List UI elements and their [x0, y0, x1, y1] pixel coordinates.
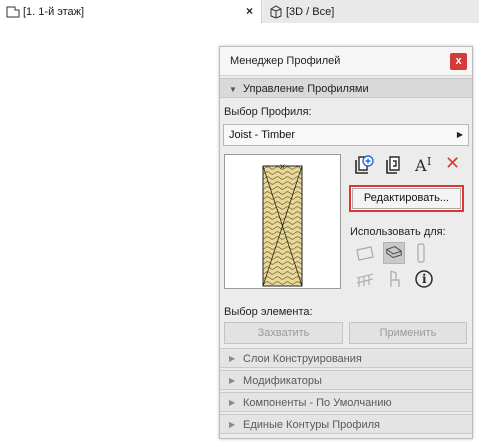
palette-close-button[interactable]: x	[450, 53, 467, 70]
chair-icon	[390, 270, 400, 287]
close-tab-button[interactable]: ×	[246, 4, 253, 18]
svg-text:×: ×	[279, 162, 286, 171]
collapse-arrow-icon: ▶	[229, 398, 236, 407]
edit-profile-button[interactable]: Редактировать...	[352, 188, 461, 209]
use-for-railing-toggle[interactable]	[354, 268, 376, 290]
section-default-components[interactable]: ▶ Компоненты - По Умолчанию	[220, 392, 472, 412]
palette-title-bar[interactable]: Менеджер Профилей x	[220, 47, 472, 76]
section-manage-profiles[interactable]: ▼ Управление Профилями	[220, 78, 472, 98]
element-select-label: Выбор элемента:	[224, 306, 313, 318]
delete-glyph: ✕	[445, 153, 461, 174]
tab-3d-view[interactable]: [3D / Все]	[263, 0, 479, 23]
beam-icon	[386, 246, 402, 259]
expand-arrow-icon: ▼	[229, 85, 237, 94]
info-button[interactable]: i	[413, 268, 435, 290]
tab-floor-plan[interactable]: [1. 1-й этаж] ×	[0, 0, 262, 23]
dropdown-arrow-icon: ▶	[456, 130, 463, 139]
use-for-beam-toggle[interactable]	[383, 242, 405, 264]
section-modifiers-label: Модификаторы	[243, 375, 322, 387]
use-for-label: Использовать для:	[350, 226, 446, 238]
profile-dropdown[interactable]: Joist - Timber ▶	[223, 124, 469, 146]
section-construction-layers-label: Слои Конструирования	[243, 353, 362, 365]
section-manage-label: Управление Профилями	[243, 83, 369, 95]
floor-plan-icon	[6, 6, 20, 17]
section-modifiers[interactable]: ▶ Модификаторы	[220, 370, 472, 390]
apply-button[interactable]: Применить	[349, 322, 467, 344]
duplicate-profile-icon[interactable]	[383, 154, 405, 176]
view-tab-bar: [1. 1-й этаж] × [3D / Все]	[0, 0, 479, 23]
profile-preview: ×	[224, 154, 341, 289]
edit-profile-highlight: Редактировать...	[349, 185, 464, 212]
collapse-arrow-icon: ▶	[229, 376, 236, 385]
section-default-components-label: Компоненты - По Умолчанию	[243, 397, 392, 409]
rename-profile-icon[interactable]: A I	[413, 155, 435, 177]
section-unified-contours-label: Единые Контуры Профиля	[243, 419, 380, 431]
wall-icon	[356, 246, 374, 261]
new-profile-icon[interactable]	[353, 154, 375, 176]
section-unified-contours[interactable]: ▶ Единые Контуры Профиля	[220, 414, 472, 434]
rename-glyph: A	[415, 156, 427, 175]
use-for-object-toggle[interactable]	[383, 268, 405, 290]
palette-title: Менеджер Профилей	[230, 55, 341, 67]
info-glyph: i	[422, 272, 427, 286]
use-for-column-toggle[interactable]	[410, 242, 432, 264]
railing-icon	[356, 273, 374, 287]
collapse-arrow-icon: ▶	[229, 354, 236, 363]
section-construction-layers[interactable]: ▶ Слои Конструирования	[220, 348, 472, 368]
profile-dropdown-value: Joist - Timber	[229, 129, 296, 141]
3d-cube-icon	[270, 4, 282, 19]
rename-cursor-glyph: I	[427, 155, 432, 168]
profile-preview-drawing: ×	[262, 162, 303, 287]
profile-select-label: Выбор Профиля:	[224, 106, 312, 118]
tab-floor-plan-label: [1. 1-й этаж]	[23, 5, 85, 18]
profile-manager-palette: Менеджер Профилей x ▼ Управление Профиля…	[219, 46, 473, 439]
delete-profile-icon[interactable]: ✕	[443, 153, 465, 175]
collapse-arrow-icon: ▶	[229, 420, 236, 429]
column-icon	[417, 243, 425, 263]
tab-3d-label: [3D / Все]	[286, 5, 335, 18]
capture-button[interactable]: Захватить	[224, 322, 343, 344]
use-for-wall-toggle[interactable]	[354, 242, 376, 264]
